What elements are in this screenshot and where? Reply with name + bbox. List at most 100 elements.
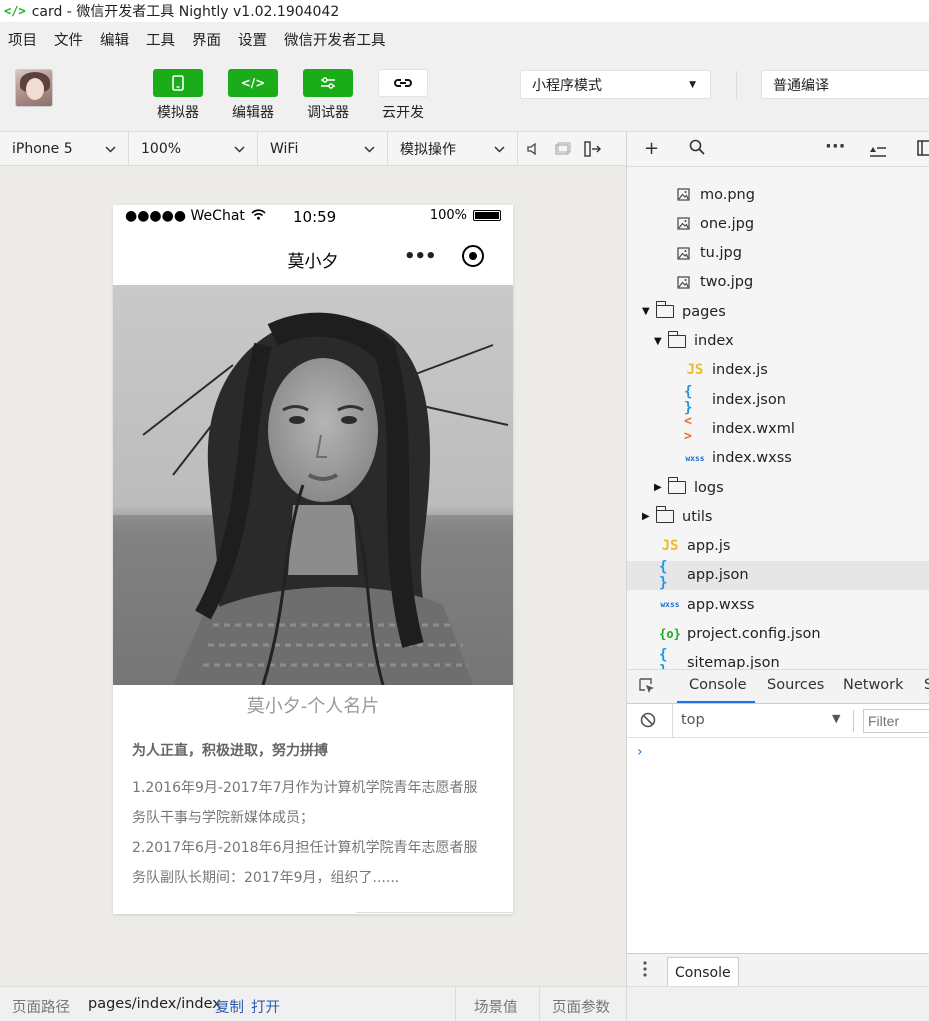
resume-line-2: 务队干事与学院新媒体成员； bbox=[132, 810, 314, 826]
json-file-icon: { } bbox=[659, 647, 668, 669]
battery-status: 100% bbox=[430, 208, 501, 223]
page-path-value: pages/index/index bbox=[88, 996, 221, 1012]
tree-item-label: index bbox=[694, 333, 734, 349]
folder-open-icon bbox=[655, 301, 674, 319]
folder-icon bbox=[667, 477, 686, 494]
folder-open-icon bbox=[667, 330, 686, 348]
tree-item-label: utils bbox=[682, 508, 713, 525]
tree-item[interactable]: ▼ index bbox=[627, 327, 929, 356]
operation-select[interactable]: 模拟操作 bbox=[388, 131, 518, 166]
more-dots-icon[interactable]: ••• bbox=[404, 246, 437, 267]
image-file-icon bbox=[672, 188, 694, 201]
tree-item-label: logs bbox=[694, 479, 724, 496]
chevron-down-icon bbox=[494, 142, 505, 156]
split-panel-icon[interactable] bbox=[916, 140, 929, 161]
carrier-label: ●●●●● WeChat bbox=[125, 208, 266, 224]
tree-item[interactable]: < > index.wxml bbox=[627, 413, 929, 444]
tree-item[interactable]: wxss index.wxss bbox=[627, 444, 929, 473]
json-file-icon: { } bbox=[684, 383, 693, 416]
tree-item-label: tu.jpg bbox=[700, 245, 742, 262]
menu-file[interactable]: 文件 bbox=[54, 29, 83, 50]
caret-right-icon[interactable]: ▶ bbox=[642, 511, 654, 522]
caret-down-icon[interactable]: ▼ bbox=[642, 306, 654, 317]
tree-item[interactable]: ▼ pages bbox=[627, 297, 929, 326]
compile-select[interactable]: 普通编译 bbox=[761, 70, 929, 99]
tree-item[interactable]: { } index.json bbox=[627, 383, 929, 416]
detach-window-icon[interactable] bbox=[578, 132, 608, 166]
network-select-value: WiFi bbox=[270, 140, 299, 157]
avatar[interactable] bbox=[15, 69, 53, 107]
drawer-menu-icon[interactable] bbox=[643, 961, 647, 981]
zoom-select[interactable]: 100% bbox=[129, 131, 258, 166]
cloud-dev-label: 云开发 bbox=[382, 105, 424, 121]
tab-network[interactable]: Network bbox=[843, 677, 904, 693]
tree-item[interactable]: JS app.js bbox=[627, 532, 929, 561]
scene-value-button[interactable]: 场景值 bbox=[474, 996, 518, 1017]
caret-right-icon[interactable]: ▶ bbox=[654, 482, 666, 493]
tree-item[interactable]: tu.jpg bbox=[627, 239, 929, 268]
tab-sources[interactable]: Sources bbox=[767, 677, 824, 693]
tree-item[interactable]: one.jpg bbox=[627, 209, 929, 238]
caret-down-icon[interactable]: ▼ bbox=[832, 712, 840, 725]
page-params-button[interactable]: 页面参数 bbox=[552, 996, 610, 1017]
menu-wechat-devtools[interactable]: 微信开发者工具 bbox=[284, 29, 386, 50]
console-filter-input[interactable] bbox=[863, 709, 929, 733]
window-title: card - 微信开发者工具 Nightly v1.02.1904042 bbox=[31, 4, 340, 20]
volume-icon[interactable] bbox=[518, 132, 548, 166]
tree-item[interactable]: ▶ logs bbox=[627, 473, 929, 502]
editor-button[interactable]: </> 编辑器 bbox=[228, 69, 278, 122]
collapse-all-icon[interactable] bbox=[870, 141, 886, 162]
status-time: 10:59 bbox=[293, 208, 337, 226]
caret-down-icon[interactable]: ▼ bbox=[654, 336, 666, 347]
clear-console-icon[interactable] bbox=[640, 712, 656, 732]
battery-icon bbox=[473, 210, 501, 221]
screenshot-icon[interactable] bbox=[548, 132, 578, 166]
tree-item[interactable]: ▶ utils bbox=[627, 502, 929, 531]
tree-item[interactable]: mo.png bbox=[627, 180, 929, 209]
tree-item[interactable]: wxss app.wxss bbox=[627, 590, 929, 619]
caret-down-icon: ▼ bbox=[689, 79, 696, 90]
add-icon[interactable]: + bbox=[644, 138, 659, 159]
tree-item[interactable]: { } sitemap.json bbox=[627, 647, 929, 669]
drawer-tab-console[interactable]: Console bbox=[667, 957, 739, 988]
resume-line-1: 1.2016年9月-2017年7月作为计算机学院青年志愿者服 bbox=[132, 780, 478, 796]
resume-line-4: 务队副队长期间：2017年9月，组织了...... bbox=[132, 870, 400, 886]
menu-settings[interactable]: 设置 bbox=[238, 29, 267, 50]
menu-edit[interactable]: 编辑 bbox=[100, 29, 129, 50]
menu-interface[interactable]: 界面 bbox=[192, 29, 221, 50]
nav-title: 莫小夕 bbox=[287, 252, 339, 272]
close-capsule-icon[interactable] bbox=[462, 245, 484, 267]
context-select[interactable]: top bbox=[681, 712, 705, 728]
search-icon[interactable] bbox=[689, 139, 705, 160]
network-select[interactable]: WiFi bbox=[258, 131, 388, 166]
simulator-button[interactable]: 模拟器 bbox=[153, 69, 203, 122]
cloud-dev-button[interactable]: 云开发 bbox=[378, 69, 428, 122]
inspect-element-icon[interactable] bbox=[639, 678, 656, 699]
more-icon[interactable]: ··· bbox=[825, 136, 846, 157]
status-footer: 页面路径 pages/index/index 复制 打开 场景值 页面参数 bbox=[0, 986, 929, 1021]
tree-item[interactable]: JS index.js bbox=[627, 356, 929, 385]
device-select-value: iPhone 5 bbox=[12, 140, 73, 157]
tab-console[interactable]: Console bbox=[689, 677, 747, 693]
phone-screen[interactable]: ●●●●● WeChat 10:59 100% 莫小夕 ••• 莫小夕-个人名片… bbox=[113, 205, 513, 914]
wxml-file-icon: < > bbox=[684, 413, 692, 444]
card-title: 莫小夕-个人名片 bbox=[246, 696, 380, 717]
debugger-button[interactable]: 调试器 bbox=[303, 69, 353, 122]
main-toolbar: 模拟器 </> 编辑器 调试器 云开发 小程序模式 ▼ 普通编译 bbox=[0, 56, 929, 131]
operation-select-value: 模拟操作 bbox=[400, 141, 456, 158]
copy-link[interactable]: 复制 bbox=[215, 996, 244, 1017]
console-prompt[interactable]: › bbox=[637, 744, 643, 760]
tree-item[interactable]: two.jpg bbox=[627, 268, 929, 297]
mode-select[interactable]: 小程序模式 ▼ bbox=[520, 70, 711, 99]
mode-select-value: 小程序模式 bbox=[532, 77, 602, 94]
menu-project[interactable]: 项目 bbox=[8, 29, 37, 50]
profile-photo bbox=[113, 285, 513, 685]
tab-more[interactable]: S bbox=[924, 677, 929, 693]
code-icon: </> bbox=[228, 69, 278, 97]
tree-item-label: app.json bbox=[687, 567, 749, 584]
tree-item[interactable]: {o} project.config.json bbox=[627, 620, 929, 649]
menu-tools[interactable]: 工具 bbox=[146, 29, 175, 50]
device-select[interactable]: iPhone 5 bbox=[0, 131, 129, 166]
tree-item[interactable]: { } app.json bbox=[627, 559, 929, 591]
open-link[interactable]: 打开 bbox=[251, 996, 280, 1017]
